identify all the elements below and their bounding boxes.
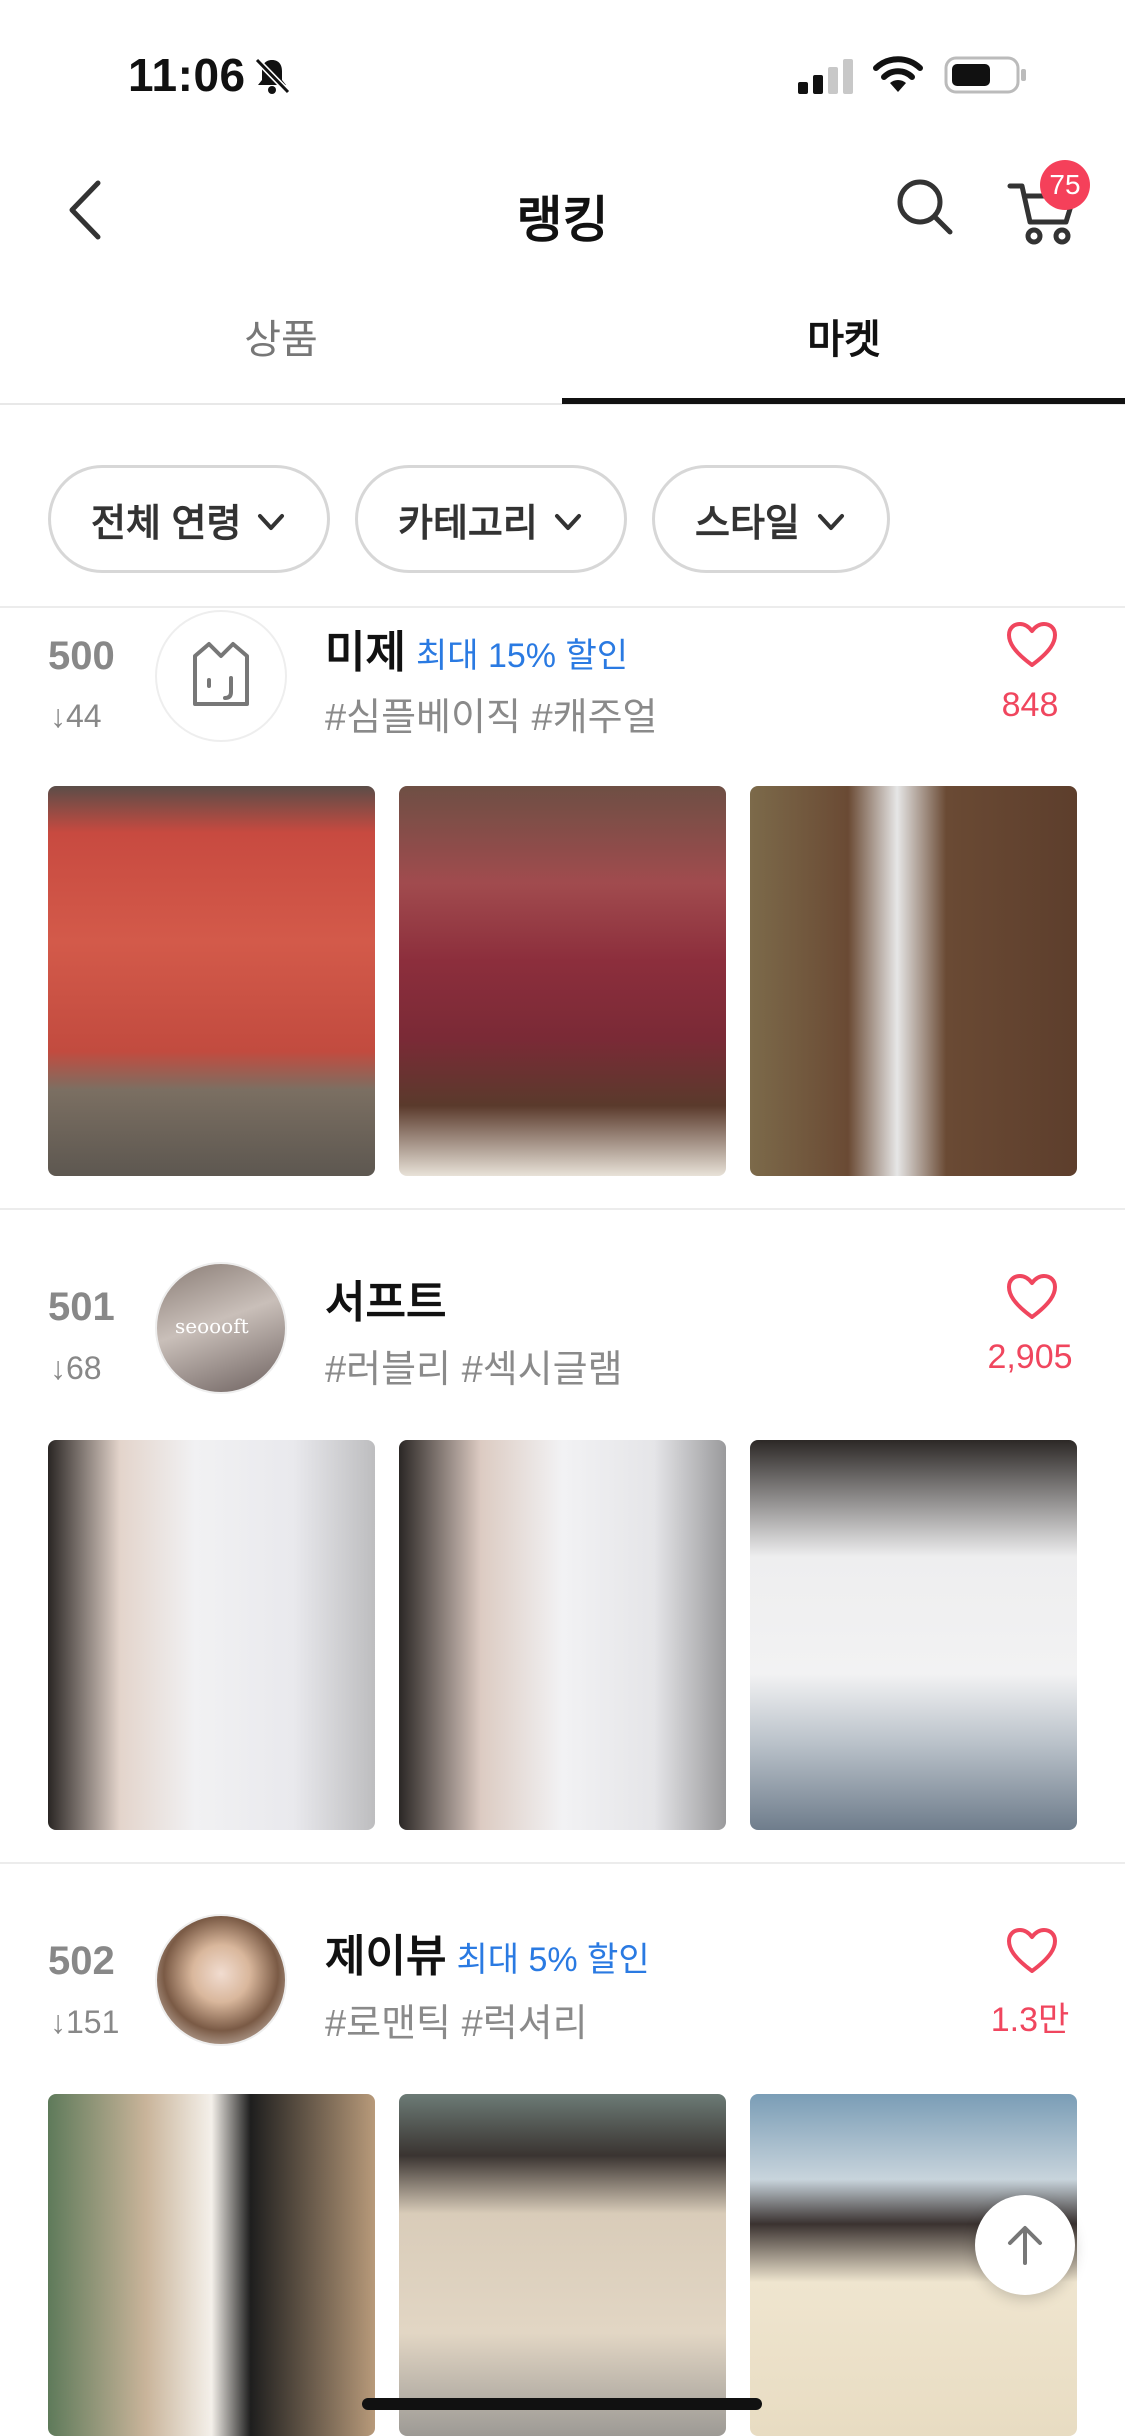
shop-name: 미제 [325, 628, 406, 677]
chevron-down-icon [555, 514, 581, 530]
shop-name: 제이뷰 [325, 1932, 447, 1981]
shop-avatar[interactable] [155, 1914, 287, 2046]
shop-name-row[interactable]: 미제 최대 15% 할인 [325, 616, 628, 680]
status-bar: 11:06 [0, 0, 1125, 150]
product-thumbnail[interactable] [48, 1440, 375, 1830]
shop-entry[interactable]: 500 ↓44 미제 최대 15% 할인 #심플베이직 #캐주얼 848 [0, 608, 1125, 1208]
filter-style-label: 스타일 [695, 502, 800, 545]
product-thumbnail[interactable] [48, 2094, 375, 2436]
heart-icon[interactable] [1005, 620, 1059, 670]
shop-rank-change: ↓68 [50, 1350, 102, 1386]
product-thumbnail[interactable] [399, 2094, 726, 2436]
shop-rank-change: ↓151 [50, 2004, 120, 2040]
filter-category-label: 카테고리 [398, 502, 538, 545]
status-time: 11:06 [128, 49, 246, 101]
chevron-down-icon [818, 514, 844, 530]
shop-name-row[interactable]: 서프트 [325, 1266, 446, 1330]
filter-style-dropdown[interactable]: 스타일 [652, 465, 890, 573]
shop-rank: 501 [48, 1285, 115, 1329]
product-thumbnail[interactable] [750, 786, 1077, 1176]
tab-bar: 상품 마켓 [0, 300, 1125, 405]
shop-name-row[interactable]: 제이뷰 최대 5% 할인 [325, 1920, 650, 1984]
avatar-text: seoooft [175, 1314, 249, 1338]
product-thumbnail[interactable] [399, 786, 726, 1176]
battery-icon [944, 56, 1026, 94]
shop-avatar[interactable] [155, 610, 287, 742]
heart-icon[interactable] [1005, 1272, 1059, 1322]
nav-bar: 랭킹 [0, 150, 1125, 270]
heart-icon[interactable] [1005, 1926, 1059, 1976]
like-count: 848 [1001, 686, 1059, 724]
filter-bar: 전체 연령 카테고리 스타일 [0, 465, 1125, 575]
shop-name: 서프트 [325, 1278, 447, 1327]
shop-avatar[interactable]: seoooft [155, 1262, 287, 1394]
filter-age-dropdown[interactable]: 전체 연령 [48, 465, 330, 573]
filter-category-dropdown[interactable]: 카테고리 [355, 465, 627, 573]
shop-rank: 500 [48, 634, 115, 678]
home-indicator [362, 2398, 762, 2410]
wifi-icon [873, 56, 923, 92]
shop-tags: #러블리 #섹시글램 [325, 1349, 623, 1391]
like-count: 2,905 [987, 1338, 1073, 1376]
product-thumbnail[interactable] [48, 786, 375, 1176]
shop-tags: #로맨틱 #럭셔리 [325, 2003, 588, 2045]
discount-label: 최대 15% 할인 [415, 637, 629, 675]
bell-muted-icon [254, 57, 291, 95]
scroll-to-top-button[interactable] [975, 2195, 1075, 2295]
like-count: 1.3만 [990, 2001, 1070, 2039]
product-thumbnail[interactable] [399, 1440, 726, 1830]
search-icon[interactable] [890, 172, 960, 242]
chevron-down-icon [258, 514, 284, 530]
filter-age-label: 전체 연령 [91, 502, 242, 545]
discount-label: 최대 5% 할인 [456, 1941, 650, 1979]
shop-rank-change: ↓44 [50, 698, 102, 734]
product-thumbnail[interactable] [750, 1440, 1077, 1830]
arrow-up-icon [1008, 2226, 1042, 2265]
cart-count-badge: 75 [1040, 160, 1090, 210]
shop-entry[interactable]: 502 ↓151 제이뷰 최대 5% 할인 #로맨틱 #럭셔리 1.3만 [0, 1864, 1125, 2436]
shop-logo-icon [193, 642, 249, 706]
tab-products[interactable]: 상품 [0, 300, 562, 405]
shop-entry[interactable]: 501 ↓68 seoooft 서프트 #러블리 #섹시글램 2,905 [0, 1210, 1125, 1860]
shop-rank: 502 [48, 1939, 115, 1983]
active-tab-indicator [562, 398, 1125, 404]
tab-market[interactable]: 마켓 [563, 300, 1125, 405]
signal-icon [798, 59, 853, 94]
shop-tags: #심플베이직 #캐주얼 [325, 697, 658, 739]
